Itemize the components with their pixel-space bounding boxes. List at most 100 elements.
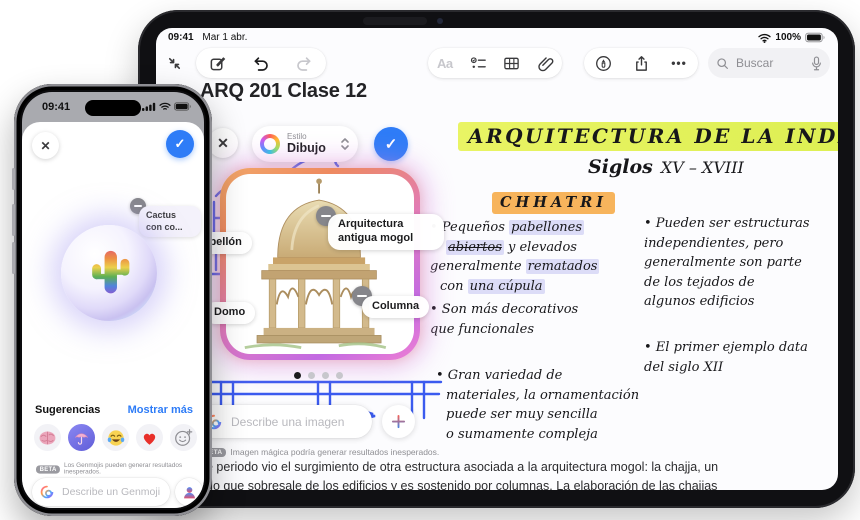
iphone-beta-row: BETA Los Genmojis pueden generar resulta… (36, 463, 191, 476)
describe-genmoji-field (32, 478, 170, 506)
handwritten-bullet: • Pueden ser estructuras independientes,… (644, 214, 810, 312)
attachment-button[interactable] (531, 49, 559, 77)
style-swatch-icon (260, 134, 280, 154)
genmoji-orb (61, 225, 157, 321)
genmoji-prompt-label[interactable]: Cactus con co... (139, 206, 201, 237)
redo-button[interactable] (290, 49, 318, 77)
compose-button[interactable] (204, 49, 232, 77)
action-button (12, 168, 15, 190)
describe-image-field (196, 405, 372, 438)
umbrella-emoji-icon (73, 429, 90, 446)
redo-icon (295, 54, 313, 72)
describe-image-input[interactable] (229, 414, 362, 430)
page-dot[interactable] (336, 372, 343, 379)
person-genmoji-button[interactable] (175, 478, 203, 506)
edit-toolbar-group (196, 48, 326, 78)
suggestions-title: Sugerencias (35, 404, 100, 416)
note-title[interactable]: ARQ 201 Clase 12 (200, 80, 367, 103)
heart-emoji-icon (141, 430, 158, 446)
text-format-button[interactable]: Aa (431, 49, 459, 77)
add-image-button[interactable] (382, 405, 415, 438)
ipad-status-bar: 09:41 Mar 1 abr. 100% (156, 32, 838, 46)
label-architecture[interactable]: Arquitectura antigua mogol (328, 214, 444, 250)
table-button[interactable] (498, 49, 526, 77)
collapse-toolbar-button[interactable] (160, 49, 188, 77)
laugh-emoji-icon (107, 429, 125, 447)
page-dot[interactable] (322, 372, 329, 379)
signal-icon (142, 102, 156, 111)
cactus-genmoji (82, 242, 136, 304)
compose-icon (209, 55, 226, 72)
close-wand-button[interactable]: ✕ (208, 128, 238, 158)
beta-note: Los Genmojis pueden generar resultados i… (64, 463, 191, 476)
close-icon: ✕ (217, 135, 229, 152)
table-icon (503, 55, 520, 72)
generated-chhatri-image (226, 174, 414, 354)
describe-genmoji-input[interactable] (60, 485, 162, 499)
umbrella-genmoji-button[interactable] (68, 424, 95, 451)
handwritten-heading: ARQUITECTURA DE LA INDIA (458, 124, 838, 148)
generated-image-frame[interactable] (220, 168, 420, 360)
battery-icon (174, 102, 192, 111)
search-field (708, 48, 830, 78)
note-body-text: e periodo vio el surgimiento de otra est… (206, 458, 836, 490)
ipad-status-right: 100% (758, 32, 826, 43)
laugh-emoji-button[interactable] (102, 424, 129, 451)
text-format-icon: Aa (437, 56, 453, 71)
undo-button[interactable] (247, 49, 275, 77)
collapse-icon (166, 55, 183, 72)
accept-image-button[interactable]: ✓ (374, 127, 408, 161)
markup-button[interactable] (589, 49, 617, 77)
share-icon (633, 55, 650, 72)
chevron-updown-icon (340, 137, 350, 151)
checklist-button[interactable] (464, 49, 492, 77)
search-input[interactable] (734, 55, 806, 71)
iphone-device: 09:41 (14, 84, 212, 516)
close-genmoji-button[interactable]: ✕ (32, 132, 59, 159)
date: Mar 1 abr. (202, 32, 247, 43)
ipad-camera (363, 17, 427, 25)
accept-genmoji-button[interactable]: ✓ (166, 130, 194, 158)
iphone-screen: 09:41 (22, 92, 204, 508)
checklist-icon (470, 55, 487, 72)
plus-icon (391, 414, 406, 429)
more-button[interactable]: ••• (665, 49, 693, 77)
mic-icon[interactable] (811, 56, 822, 71)
add-emoji-icon (174, 428, 193, 447)
iphone-status-bar: 09:41 (22, 100, 204, 116)
ipad-device: 09:41 Mar 1 abr. 100% (138, 10, 855, 508)
ipad-beta-row: BETA Imagen mágica podría generar result… (200, 447, 439, 457)
heart-emoji-button[interactable] (136, 424, 163, 451)
person-icon (182, 485, 197, 500)
brain-emoji-button[interactable] (34, 424, 61, 451)
style-selector[interactable]: Estilo Dibujo (252, 126, 358, 162)
show-more-link[interactable]: Mostrar más (128, 404, 193, 416)
iphone-status-icons (142, 102, 192, 111)
wifi-icon (159, 102, 171, 111)
handwritten-subheading: SiglosXV – XVIII (588, 156, 744, 178)
dynamic-island (85, 100, 141, 116)
page-dot[interactable] (308, 372, 315, 379)
share-button[interactable] (627, 49, 655, 77)
checkmark-icon: ✓ (385, 135, 398, 153)
markup-icon (595, 55, 612, 72)
genmoji-wand-icon (40, 485, 54, 499)
ipad-screen: 09:41 Mar 1 abr. 100% (156, 28, 838, 490)
volume-up-button (12, 204, 15, 236)
handwritten-bullet: • Gran variedad de materiales, la orname… (436, 366, 639, 444)
clock: 09:41 (168, 32, 194, 43)
volume-down-button (12, 242, 15, 274)
close-icon: ✕ (40, 139, 50, 153)
battery-icon (805, 32, 826, 43)
label-column[interactable]: Columna (362, 296, 429, 318)
ipad-status-left: 09:41 Mar 1 abr. (168, 32, 247, 43)
add-emoji-button[interactable] (170, 424, 197, 451)
variant-pager (294, 372, 343, 379)
search-icon (716, 57, 729, 70)
wifi-icon (758, 33, 771, 43)
attachment-icon (537, 55, 554, 72)
stage: 09:41 Mar 1 abr. 100% (0, 0, 860, 520)
emoji-suggestions-row (22, 424, 204, 454)
checkmark-icon: ✓ (175, 136, 186, 152)
page-dot[interactable] (294, 372, 301, 379)
